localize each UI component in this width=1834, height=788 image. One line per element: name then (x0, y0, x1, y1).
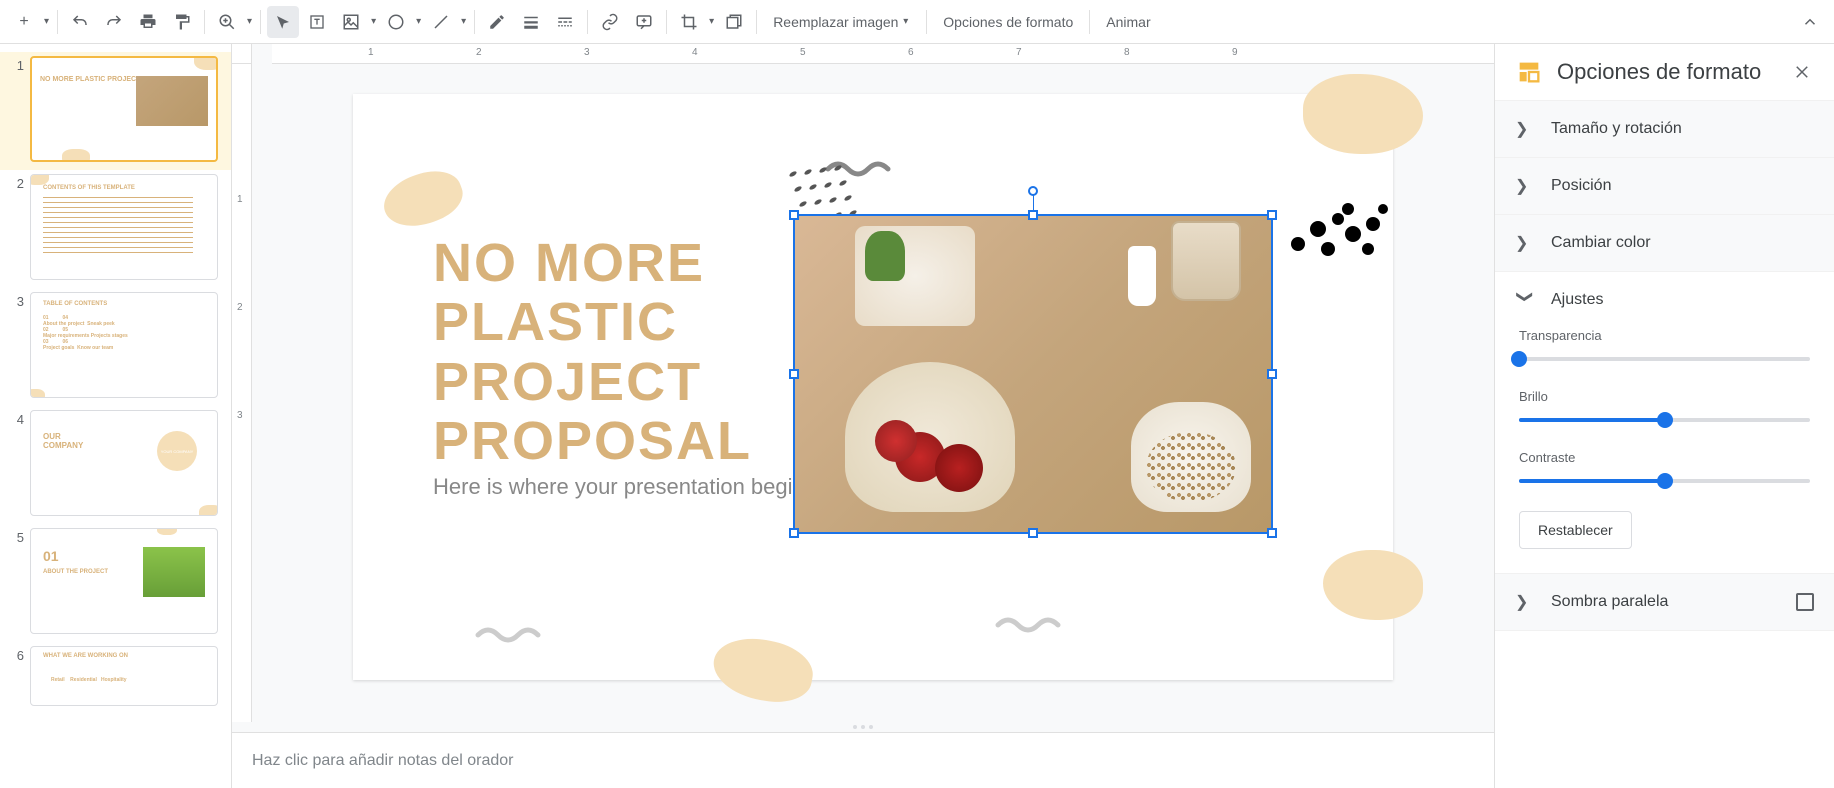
new-slide-dropdown[interactable]: ▾ (42, 16, 51, 27)
resize-handle-tl[interactable] (789, 210, 799, 220)
close-sidebar-button[interactable] (1790, 60, 1814, 84)
comment-button[interactable] (628, 6, 660, 38)
dots-decoration (1283, 194, 1403, 274)
shape-tool[interactable] (380, 6, 412, 38)
print-button[interactable] (132, 6, 164, 38)
thumbnail-2[interactable]: 2 CONTENTS OF THIS TEMPLATE (0, 170, 231, 288)
format-options-sidebar: Opciones de formato ❯ Tamaño y rotación … (1494, 44, 1834, 788)
paint-format-button[interactable] (166, 6, 198, 38)
chevron-right-icon: ❯ (1515, 119, 1535, 139)
thumbnail-3[interactable]: 3 TABLE OF CONTENTS 01 04About the proje… (0, 288, 231, 406)
main-toolbar: + ▾ ▾ ▾ ▾ ▾ ▾ Reemplazar imagen ▾ Opcion… (0, 0, 1834, 44)
squiggle-decoration (473, 620, 553, 650)
resize-handle-bl[interactable] (789, 528, 799, 538)
undo-button[interactable] (64, 6, 96, 38)
canvas-area: 1 2 3 4 5 6 7 8 9 1 2 3 (232, 44, 1494, 788)
notes-resize-handle[interactable] (232, 722, 1494, 732)
animate-button[interactable]: Animar (1096, 6, 1160, 38)
thumb-number: 6 (8, 646, 24, 706)
shape-dropdown[interactable]: ▾ (414, 16, 423, 27)
redo-button[interactable] (98, 6, 130, 38)
selected-image[interactable] (793, 214, 1273, 534)
contrast-slider[interactable] (1519, 479, 1810, 483)
brightness-label: Brillo (1519, 389, 1810, 404)
select-tool[interactable] (267, 6, 299, 38)
border-weight-button[interactable] (515, 6, 547, 38)
brightness-slider[interactable] (1519, 418, 1810, 422)
resize-handle-ml[interactable] (789, 369, 799, 379)
chevron-right-icon: ❯ (1515, 176, 1535, 196)
collapse-toolbar-button[interactable] (1794, 6, 1826, 38)
new-slide-button[interactable]: + (8, 6, 40, 38)
reset-image-button[interactable] (718, 6, 750, 38)
squiggle-decoration (993, 610, 1073, 640)
chevron-right-icon: ❯ (1515, 233, 1535, 253)
thumb-number: 3 (8, 292, 24, 398)
contrast-label: Contraste (1519, 450, 1810, 465)
reset-button[interactable]: Restablecer (1519, 511, 1632, 549)
link-button[interactable] (594, 6, 626, 38)
line-dropdown[interactable]: ▾ (459, 16, 468, 27)
slide-canvas[interactable]: NO MORE PLASTIC PROJECT PROPOSAL Here is… (353, 94, 1393, 680)
thumb-number: 5 (8, 528, 24, 634)
border-dash-button[interactable] (549, 6, 581, 38)
format-options-button[interactable]: Opciones de formato (933, 6, 1083, 38)
resize-handle-tr[interactable] (1267, 210, 1277, 220)
resize-handle-bm[interactable] (1028, 528, 1038, 538)
line-tool[interactable] (425, 6, 457, 38)
section-drop-shadow[interactable]: ❯ Sombra paralela (1495, 574, 1834, 630)
image-tool[interactable] (335, 6, 367, 38)
border-color-button[interactable] (481, 6, 513, 38)
section-size-rotation[interactable]: ❯ Tamaño y rotación (1495, 101, 1834, 157)
zoom-button[interactable] (211, 6, 243, 38)
speaker-notes[interactable]: Haz clic para añadir notas del orador (232, 732, 1494, 788)
image-dropdown[interactable]: ▾ (369, 16, 378, 27)
replace-image-button[interactable]: Reemplazar imagen ▾ (763, 6, 920, 38)
thumbnail-1[interactable]: 1 NO MORE PLASTIC PROJECT PROPOSAL (0, 52, 231, 170)
chevron-right-icon: ❯ (1515, 592, 1535, 612)
resize-handle-br[interactable] (1267, 528, 1277, 538)
zoom-dropdown[interactable]: ▾ (245, 16, 254, 27)
section-recolor[interactable]: ❯ Cambiar color (1495, 215, 1834, 271)
thumbnail-6[interactable]: 6 WHAT WE ARE WORKING ON Retail Resident… (0, 642, 231, 714)
crop-dropdown[interactable]: ▾ (707, 16, 716, 27)
horizontal-ruler: 1 2 3 4 5 6 7 8 9 (272, 44, 1494, 64)
transparency-slider[interactable] (1519, 357, 1810, 361)
slide-thumbnails-panel: 1 NO MORE PLASTIC PROJECT PROPOSAL 2 CON… (0, 44, 232, 788)
slide-subtitle[interactable]: Here is where your presentation begins (433, 474, 816, 500)
crop-button[interactable] (673, 6, 705, 38)
drop-shadow-checkbox[interactable] (1796, 593, 1814, 611)
textbox-tool[interactable] (301, 6, 333, 38)
resize-handle-mr[interactable] (1267, 369, 1277, 379)
thumbnail-4[interactable]: 4 OURCOMPANY YOUR COMPANY (0, 406, 231, 524)
chevron-down-icon: ❯ (1515, 290, 1535, 310)
format-options-icon (1515, 58, 1543, 86)
vertical-ruler: 1 2 3 (232, 64, 252, 722)
thumb-number: 2 (8, 174, 24, 280)
rotation-handle[interactable] (1028, 186, 1038, 196)
sidebar-title: Opciones de formato (1557, 59, 1776, 85)
slide-title[interactable]: NO MORE PLASTIC PROJECT PROPOSAL (433, 234, 752, 472)
section-position[interactable]: ❯ Posición (1495, 158, 1834, 214)
thumbnail-5[interactable]: 5 01 ABOUT THE PROJECT (0, 524, 231, 642)
thumb-number: 4 (8, 410, 24, 516)
thumb-number: 1 (8, 56, 24, 162)
resize-handle-tm[interactable] (1028, 210, 1038, 220)
section-adjustments[interactable]: ❯ Ajustes (1495, 272, 1834, 328)
transparency-label: Transparencia (1519, 328, 1810, 343)
